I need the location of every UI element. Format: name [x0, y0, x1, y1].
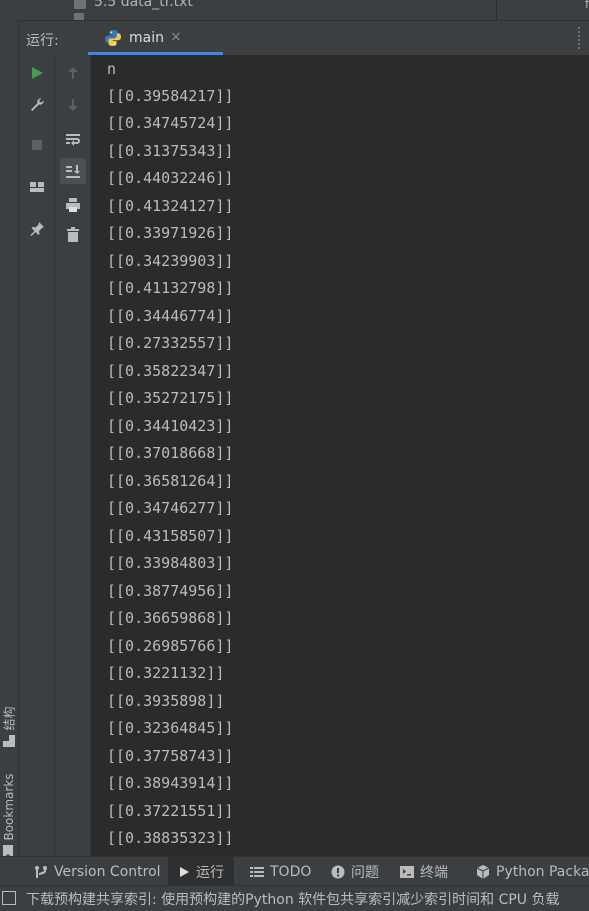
run-toolbar-secondary	[55, 55, 91, 856]
tab-python-packages-label: Python Packages	[496, 863, 589, 880]
close-icon[interactable]: ×	[170, 29, 182, 45]
project-file-item[interactable]: 5.5 data_tr.txt	[74, 0, 193, 11]
tab-run[interactable]: 运行	[168, 857, 234, 886]
structure-icon	[3, 735, 15, 747]
console-line: [[0.38774956]]	[107, 582, 234, 600]
console-line: [[0.34239903]]	[107, 252, 234, 270]
bottom-toolwindow-bar: Version Control 运行 TODO 问题 终端 Python Pac…	[0, 856, 589, 886]
console-line: n	[107, 60, 117, 78]
console-line: [[0.38835323]]	[107, 829, 234, 847]
console-line: [[0.34746277]]	[107, 499, 234, 517]
console-line: [[0.34410423]]	[107, 417, 234, 435]
up-button[interactable]	[60, 60, 86, 86]
console-output[interactable]: n [[0.39584217]] [[0.34745724]] [[0.3137…	[91, 55, 589, 856]
packages-icon	[476, 864, 490, 879]
up-arrow-icon	[68, 67, 78, 79]
wrench-icon	[31, 98, 44, 111]
tab-python-packages[interactable]: Python Packages	[476, 857, 589, 886]
clear-all-button[interactable]	[60, 222, 86, 248]
print-button[interactable]	[60, 192, 86, 218]
problems-icon	[331, 865, 345, 878]
tab-main-label: main	[129, 30, 164, 46]
console-line: [[0.36659868]]	[107, 609, 234, 627]
tab-main[interactable]: main ×	[88, 21, 223, 55]
tab-version-control[interactable]: Version Control	[30, 857, 165, 886]
structure-tool-button[interactable]: 结构	[1, 706, 18, 730]
project-file-label: 5.5 data_tr.txt	[94, 0, 193, 10]
down-arrow-icon	[68, 99, 78, 111]
tab-terminal[interactable]: 终端	[400, 857, 448, 886]
console-line: [[0.34745724]]	[107, 114, 234, 132]
edit-configuration-button[interactable]	[24, 92, 50, 118]
console-line: [[0.37758743]]	[107, 747, 234, 765]
console-line: [[0.33971926]]	[107, 224, 234, 242]
console-line: [[0.35822347]]	[107, 362, 234, 380]
more-options-icon[interactable]	[578, 27, 581, 49]
layout-button[interactable]	[24, 174, 50, 200]
console-line: [[0.41132798]]	[107, 279, 234, 297]
console-line: [[0.41324127]]	[107, 197, 234, 215]
python-icon	[105, 30, 121, 46]
status-message[interactable]: 下载预构建共享索引: 使用预构建的Python 软件包共享索引减少索引时间和 C…	[26, 889, 560, 909]
console-line: [[0.34446774]]	[107, 307, 234, 325]
console-line: [[0.27332557]]	[107, 334, 234, 352]
console-line: [[0.37018668]]	[107, 444, 234, 462]
left-tool-strip: 结构 Bookmarks	[0, 20, 19, 858]
pin-tab-button[interactable]	[24, 216, 50, 242]
project-tree-next-item	[74, 13, 134, 20]
console-line: [[0.38943914]]	[107, 774, 234, 792]
pin-icon	[30, 222, 44, 236]
tab-run-label: 运行	[196, 864, 224, 881]
list-icon	[250, 866, 264, 877]
console-line: [[0.39584217]]	[107, 87, 234, 105]
tab-version-control-label: Version Control	[54, 863, 161, 880]
tab-todo[interactable]: TODO	[250, 857, 311, 886]
stop-button[interactable]	[24, 132, 50, 158]
tab-problems[interactable]: 问题	[331, 857, 379, 886]
console-line: [[0.32364845]]	[107, 719, 234, 737]
run-toolwindow-header: 运行: main ×	[18, 20, 589, 56]
folder-icon	[74, 13, 84, 20]
layout-icon	[30, 182, 44, 192]
console-line: [[0.31375343]]	[107, 142, 234, 160]
play-icon	[180, 866, 189, 877]
tab-todo-label: TODO	[270, 863, 312, 880]
console-line: [[0.33984803]]	[107, 554, 234, 572]
soft-wrap-button[interactable]	[60, 126, 86, 152]
scroll-to-end-icon	[66, 165, 80, 178]
run-toolbar-primary	[19, 55, 55, 856]
stop-icon	[32, 140, 42, 150]
console-line: [[0.26985766]]	[107, 637, 234, 655]
rerun-button[interactable]	[24, 60, 50, 86]
tab-terminal-label: 终端	[420, 864, 448, 881]
tab-problems-label: 问题	[351, 864, 379, 881]
bookmarks-tool-button[interactable]: Bookmarks	[2, 773, 16, 840]
divider	[496, 0, 497, 20]
run-title: 运行:	[26, 33, 59, 49]
scroll-to-end-button[interactable]	[60, 158, 86, 184]
console-line: [[0.3221132]]	[107, 664, 225, 682]
branch-icon	[35, 865, 47, 878]
run-icon	[32, 67, 43, 79]
console-line: [[0.43158507]]	[107, 527, 234, 545]
status-bar: 下载预构建共享索引: 使用预构建的Python 软件包共享索引减少索引时间和 C…	[0, 885, 589, 911]
console-line: [[0.44032246]]	[107, 169, 234, 187]
trash-icon	[67, 227, 79, 242]
project-tree-strip: 5.5 data_tr.txt f	[0, 0, 589, 20]
text-file-icon	[74, 0, 86, 9]
console-line: [[0.35272175]]	[107, 389, 234, 407]
console-line: [[0.3935898]]	[107, 692, 225, 710]
editor-partial-text: f	[585, 0, 589, 11]
soft-wrap-icon	[66, 134, 80, 146]
console-line: [[0.36581264]]	[107, 472, 234, 490]
terminal-icon	[400, 865, 414, 878]
console-line: [[0.37221551]]	[107, 802, 234, 820]
print-icon	[66, 198, 80, 212]
down-button[interactable]	[60, 92, 86, 118]
toggle-toolwindows-icon[interactable]	[2, 891, 16, 905]
